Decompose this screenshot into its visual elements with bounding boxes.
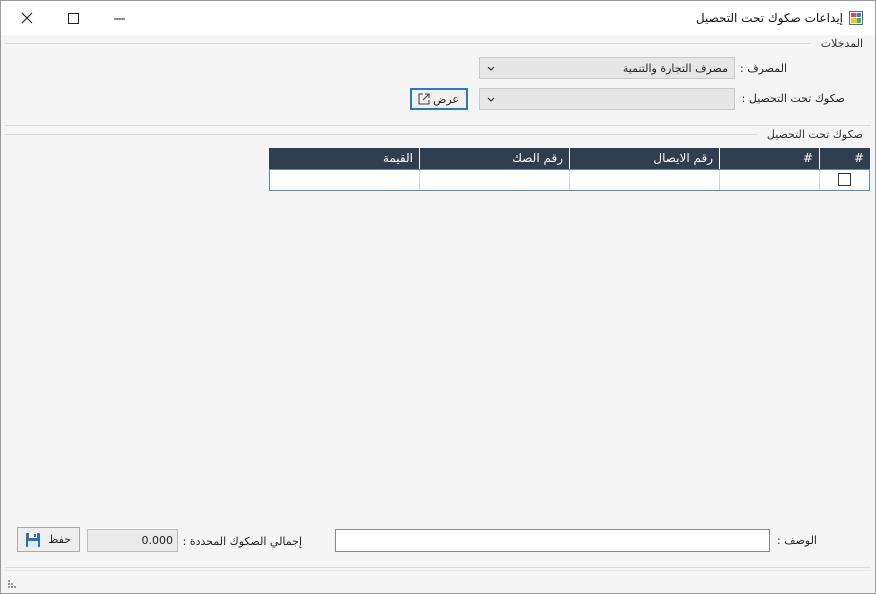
app-window: إيداعات صكوك تحت التحصيل المدخلات المصرف… (0, 0, 876, 594)
maximize-button[interactable] (51, 5, 95, 31)
chevron-down-icon (487, 66, 495, 71)
row-index-cell (719, 170, 819, 190)
row-value-cell (270, 170, 419, 190)
minimize-button[interactable] (97, 5, 141, 31)
total-label: إجمالي الصكوك المحددة : (182, 535, 302, 548)
close-icon (21, 12, 33, 24)
minimize-icon (113, 18, 125, 19)
grid-header: # # رقم الايصال رقم الصك القيمة (269, 148, 870, 169)
save-button[interactable]: حفظ (17, 527, 80, 552)
view-button[interactable]: عرض (410, 88, 468, 110)
column-header-receipt-number[interactable]: رقم الايصال (569, 148, 719, 169)
total-value: 0.000 (141, 534, 174, 547)
row-receipt-cell (569, 170, 719, 190)
window-title: إيداعات صكوك تحت التحصيل (695, 11, 843, 25)
close-button[interactable] (5, 5, 49, 31)
cheques-select[interactable] (479, 88, 735, 110)
column-header-cheque-number[interactable]: رقم الصك (419, 148, 569, 169)
resize-grip-icon[interactable] (7, 579, 17, 589)
row-select-cell[interactable] (819, 170, 869, 190)
cheques-grid: # # رقم الايصال رقم الصك القيمة (269, 148, 870, 192)
status-divider (5, 567, 871, 568)
inputs-group-label: المدخلات (820, 37, 863, 50)
maximize-icon (67, 12, 79, 24)
cheques-group-top-divider (5, 125, 871, 126)
cheques-group-divider (5, 134, 757, 135)
inputs-group-divider (5, 43, 811, 44)
bank-label: المصرف : (740, 62, 787, 75)
description-input[interactable] (335, 529, 770, 552)
column-header-select[interactable]: # (819, 148, 870, 169)
column-header-index[interactable]: # (719, 148, 819, 169)
table-row[interactable] (269, 169, 870, 191)
floppy-disk-icon (26, 533, 40, 547)
chevron-down-icon (487, 97, 495, 102)
title-bar: إيداعات صكوك تحت التحصيل (1, 1, 875, 35)
description-label: الوصف : (776, 534, 817, 547)
external-link-icon (418, 93, 430, 105)
total-field: 0.000 (87, 529, 178, 552)
bank-select[interactable]: مصرف التجارة والتنمية (479, 57, 735, 79)
row-cheque-cell (419, 170, 569, 190)
status-divider-2 (5, 570, 871, 571)
column-header-value[interactable]: القيمة (269, 148, 419, 169)
app-icon (849, 11, 863, 25)
bank-select-value: مصرف التجارة والتنمية (622, 62, 728, 75)
save-button-label: حفظ (48, 533, 71, 546)
row-checkbox[interactable] (838, 173, 851, 186)
cheques-group-label: صكوك تحت التحصيل (766, 128, 863, 141)
cheques-label: صكوك تحت التحصيل : (741, 92, 845, 105)
view-button-label: عرض (433, 93, 459, 106)
